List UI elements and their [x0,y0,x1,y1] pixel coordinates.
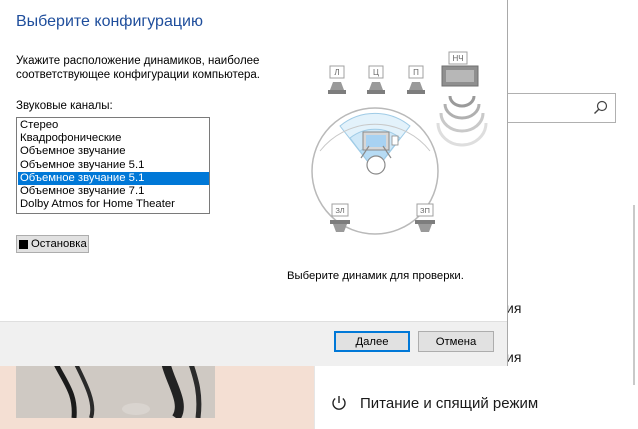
channel-option[interactable]: Стерео [18,119,209,132]
speaker-front-right[interactable]: П [407,65,425,94]
speaker-center-label: Ц [373,68,379,77]
dialog-title: Выберите конфигурацию [16,13,203,30]
stop-label: Остановка [31,238,87,250]
channel-option[interactable]: Dolby Atmos for Home Theater [18,198,209,211]
speaker-rear-right-label: ЗП [420,206,430,215]
test-speaker-hint: Выберите динамик для проверки. [287,270,464,282]
channel-option[interactable]: Объемное звучание 7.1 [18,185,209,198]
dialog-description: Укажите расположение динамиков, наиболее… [16,55,260,81]
speaker-rear-left-label: ЗЛ [335,206,344,215]
channels-label: Звуковые каналы: [16,100,113,112]
speaker-front-left[interactable]: Л [328,65,346,94]
channel-option[interactable]: Объемное звучание [18,145,209,158]
background-photo [16,364,215,418]
stop-icon [19,239,28,249]
settings-item-fragment[interactable]: ия [506,300,521,316]
stop-button[interactable]: Остановка [16,235,89,253]
search-icon [594,100,608,114]
speaker-setup-dialog: Выберите конфигурацию Укажите расположен… [0,0,508,366]
channel-option[interactable]: Квадрофонические [18,132,209,145]
channels-listbox[interactable]: Стерео Квадрофонические Объемное звучани… [16,117,210,214]
speaker-layout-diagram: Л Ц П НЧ ЗЛ ЗП [311,51,488,235]
cancel-button[interactable]: Отмена [418,331,494,352]
settings-item-fragment[interactable]: ия [506,349,521,365]
speaker-subwoofer[interactable]: НЧ [436,51,488,147]
speaker-subwoofer-label: НЧ [452,54,463,63]
settings-search-input[interactable] [500,93,616,123]
next-button[interactable]: Далее [334,331,410,352]
channel-option[interactable]: Объемное звучание 5.1 [18,159,209,172]
speaker-center[interactable]: Ц [367,65,385,94]
speaker-front-right-label: П [413,68,419,77]
settings-scrollbar[interactable] [633,205,635,385]
power-label: Питание и спящий режим [360,394,539,412]
settings-item-power[interactable]: Питание и спящий режим [330,394,538,412]
speaker-front-left-label: Л [334,68,339,77]
channel-option-selected[interactable]: Объемное звучание 5.1 [18,171,209,185]
power-icon [332,396,346,410]
